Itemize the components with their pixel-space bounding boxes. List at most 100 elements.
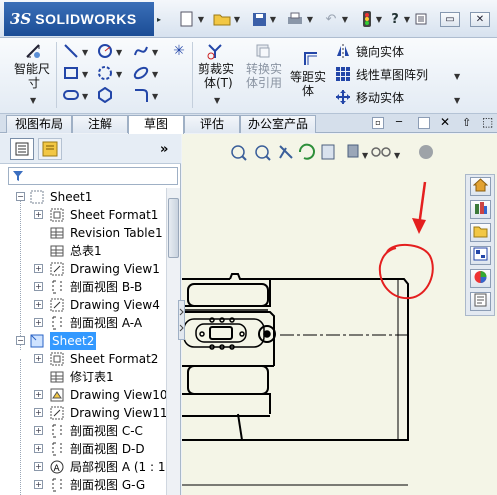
expand-toggle[interactable]: + (34, 354, 43, 363)
smart-dimension-icon[interactable] (24, 42, 42, 60)
spline-dropdown-icon[interactable]: ▼ (152, 44, 158, 58)
help-icon[interactable]: ? (388, 10, 402, 28)
undo-icon[interactable]: ↶ (322, 10, 340, 28)
tree-filter-input[interactable] (8, 167, 178, 185)
mirror-entities-icon[interactable] (334, 42, 352, 60)
linear-pattern-label[interactable]: 线性草图阵列 (356, 66, 428, 83)
tree-row-section-view-gg[interactable]: + 剖面视图 G-G (0, 476, 166, 494)
trim-entities-label-line2[interactable]: 体(T) (204, 74, 233, 91)
pane-expand-icon[interactable]: ⇧ (462, 116, 471, 129)
linear-pattern-icon[interactable] (334, 65, 352, 83)
new-document-icon[interactable] (178, 10, 196, 28)
fillet-tool-icon[interactable] (132, 86, 150, 104)
feature-tree-tab[interactable] (10, 138, 34, 160)
appearances-icon[interactable] (470, 269, 491, 288)
panel-splitter-handle[interactable] (178, 300, 185, 340)
tree-row-section-view-aa[interactable]: + 剖面视图 A-A (0, 314, 166, 332)
rectangle-tool-icon[interactable] (62, 64, 80, 82)
expand-toggle[interactable]: + (34, 408, 43, 417)
expand-toggle[interactable]: + (34, 480, 43, 489)
convert-entities-icon[interactable] (254, 42, 272, 60)
tree-row-sheet2[interactable]: − Sheet2 (0, 332, 166, 350)
line-dropdown-icon[interactable]: ▼ (82, 44, 88, 58)
tree-row-drawing-view1[interactable]: + Drawing View1 (0, 260, 166, 278)
tree-row-general-table1[interactable]: 总表1 (0, 242, 166, 260)
help-dropdown-icon[interactable]: ▼ (402, 10, 412, 28)
tree-row-drawing-view10[interactable]: + Drawing View10 (0, 386, 166, 404)
drawing-canvas[interactable]: ▼ ▼ (182, 134, 497, 495)
circle-tool-icon[interactable] (96, 42, 114, 60)
move-entities-dropdown-icon[interactable]: ▼ (454, 92, 460, 106)
tab-office-products[interactable]: 办公室产品 (240, 115, 316, 133)
offset-entities-icon[interactable] (302, 50, 320, 68)
tab-view-layout[interactable]: 视图布局 (6, 115, 72, 133)
panel-expand-chevron-icon[interactable]: » (160, 142, 168, 157)
rectangle-dropdown-icon[interactable]: ▼ (82, 66, 88, 80)
home-icon[interactable] (470, 177, 491, 196)
rebuild-traffic-light-icon[interactable] (360, 10, 374, 28)
pane-dock-icon[interactable]: ⬚ (482, 115, 493, 129)
file-explorer-icon[interactable] (470, 223, 491, 242)
tree-row-section-view-dd[interactable]: + 剖面视图 D-D (0, 440, 166, 458)
open-dropdown-icon[interactable]: ▼ (232, 10, 242, 28)
design-library-icon[interactable] (470, 200, 491, 219)
trim-entities-icon[interactable] (206, 42, 224, 60)
scrollbar-thumb[interactable] (168, 198, 179, 258)
spline-tool-icon[interactable] (132, 42, 150, 60)
arc-dropdown-icon[interactable]: ▼ (116, 66, 122, 80)
tree-row-sheet1[interactable]: − Sheet1 (0, 188, 166, 206)
close-window-button[interactable]: ✕ (470, 12, 490, 27)
save-dropdown-icon[interactable]: ▼ (268, 10, 278, 28)
offset-entities-label-line2[interactable]: 体 (302, 82, 314, 99)
rebuild-dropdown-icon[interactable]: ▼ (374, 10, 384, 28)
custom-properties-icon[interactable] (470, 292, 491, 311)
tree-row-section-view-bb[interactable]: + 剖面视图 B-B (0, 278, 166, 296)
tree-row-drawing-view11[interactable]: + Drawing View11 (0, 404, 166, 422)
print-icon[interactable] (286, 10, 304, 28)
expand-toggle[interactable]: + (34, 462, 43, 471)
trim-dropdown-icon[interactable]: ▼ (214, 92, 220, 106)
polygon-tool-icon[interactable] (96, 86, 114, 104)
options-icon[interactable] (414, 10, 428, 28)
expand-toggle[interactable]: + (34, 426, 43, 435)
tree-row-section-view-cc[interactable]: + 剖面视图 C-C (0, 422, 166, 440)
smart-dimension-label-line2[interactable]: 寸 (28, 74, 40, 91)
pane-close-icon[interactable]: ✕ (440, 115, 450, 129)
tab-sketch[interactable]: 草图 (128, 115, 184, 134)
ellipse-dropdown-icon[interactable]: ▼ (152, 66, 158, 80)
tree-row-sheet-format1[interactable]: + Sheet Format1 (0, 206, 166, 224)
open-folder-icon[interactable] (212, 10, 232, 28)
circle-dropdown-icon[interactable]: ▼ (116, 44, 122, 58)
pane-maximize-icon[interactable] (418, 117, 430, 129)
tree-row-sheet-format2[interactable]: + Sheet Format2 (0, 350, 166, 368)
arc-tool-icon[interactable] (96, 64, 114, 82)
expand-toggle[interactable]: + (34, 318, 43, 327)
slot-tool-icon[interactable] (62, 86, 80, 104)
collapse-toggle[interactable]: − (16, 192, 25, 201)
print-dropdown-icon[interactable]: ▼ (305, 10, 315, 28)
minimize-button[interactable]: ▭ (440, 12, 460, 27)
view-palette-icon[interactable] (470, 246, 491, 265)
save-icon[interactable] (250, 10, 268, 28)
move-entities-label[interactable]: 移动实体 (356, 89, 404, 106)
pane-restore-icon[interactable]: ▫ (372, 117, 384, 129)
tab-annotation[interactable]: 注解 (72, 115, 128, 133)
pane-minimize-icon[interactable]: ─ (396, 117, 402, 128)
tree-vertical-scrollbar[interactable] (166, 188, 180, 495)
expand-toggle[interactable]: + (34, 264, 43, 273)
tree-row-detail-view-a[interactable]: + A 局部视图 A (1 : 1 (0, 458, 166, 476)
expand-toggle[interactable]: + (34, 282, 43, 291)
convert-entities-label-line2[interactable]: 体引用 (246, 74, 282, 91)
tab-evaluate[interactable]: 评估 (184, 115, 240, 133)
mirror-entities-label[interactable]: 镜向实体 (356, 43, 404, 60)
property-manager-tab[interactable] (38, 138, 62, 160)
point-tool-icon[interactable]: ✳ (170, 42, 188, 60)
collapse-toggle[interactable]: − (16, 336, 25, 345)
smart-dimension-dropdown-icon[interactable]: ▼ (30, 92, 36, 106)
tree-row-revision-table1[interactable]: Revision Table1 (0, 224, 166, 242)
ellipse-tool-icon[interactable] (132, 64, 150, 82)
expand-toggle[interactable]: + (34, 390, 43, 399)
expand-toggle[interactable]: + (34, 210, 43, 219)
move-entities-icon[interactable] (334, 88, 352, 106)
tree-row-revision-table-cn[interactable]: 修订表1 (0, 368, 166, 386)
